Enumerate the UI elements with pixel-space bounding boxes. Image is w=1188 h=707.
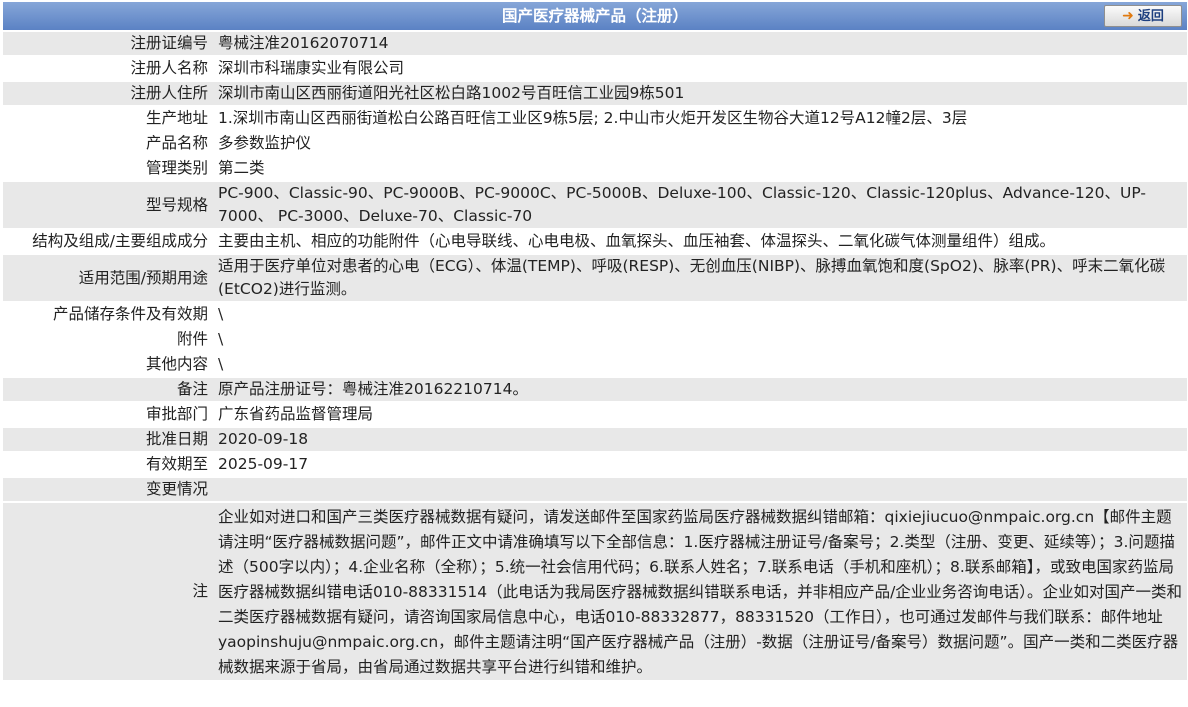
field-label: 结构及组成/主要组成成分: [3, 230, 216, 253]
field-label: 有效期至: [3, 453, 216, 476]
field-label: 变更情况: [3, 478, 216, 501]
field-label: 产品储存条件及有效期: [3, 303, 216, 326]
field-value: [216, 478, 1187, 501]
field-value: 2020-09-18: [216, 428, 1187, 451]
row-other-content: 其他内容 \: [3, 353, 1187, 376]
field-value: 原产品注册证号：粤械注准20162210714。: [216, 378, 1187, 401]
row-change-info: 变更情况: [3, 478, 1187, 501]
field-value: 深圳市南山区西丽街道阳光社区松白路1002号百旺信工业园9栋501: [216, 82, 1187, 105]
field-value: 2025-09-17: [216, 453, 1187, 476]
row-structure-composition: 结构及组成/主要组成成分 主要由主机、相应的功能附件（心电导联线、心电电极、血氧…: [3, 230, 1187, 253]
field-label: 其他内容: [3, 353, 216, 376]
row-registrant-address: 注册人住所 深圳市南山区西丽街道阳光社区松白路1002号百旺信工业园9栋501: [3, 82, 1187, 105]
row-product-name: 产品名称 多参数监护仪: [3, 132, 1187, 155]
field-value: \: [216, 303, 1187, 326]
page-header: 国产医疗器械产品（注册） ➜ 返回: [3, 2, 1187, 30]
back-button-label: 返回: [1137, 9, 1164, 24]
row-registration-number: 注册证编号 粤械注准20162070714: [3, 32, 1187, 55]
field-value: 1.深圳市南山区西丽街道松白公路百旺信工业区9栋5层; 2.中山市火炬开发区生物…: [216, 107, 1187, 130]
note-label: 注: [3, 503, 216, 680]
field-label: 注册人住所: [3, 82, 216, 105]
field-value: PC-900、Classic-90、PC-9000B、PC-9000C、PC-5…: [216, 182, 1187, 228]
field-value: \: [216, 353, 1187, 376]
field-value: 粤械注准20162070714: [216, 32, 1187, 55]
row-approval-date: 批准日期 2020-09-18: [3, 428, 1187, 451]
row-model-spec: 型号规格 PC-900、Classic-90、PC-9000B、PC-9000C…: [3, 182, 1187, 228]
arrow-right-icon: ➜: [1122, 8, 1134, 24]
field-label: 附件: [3, 328, 216, 351]
field-label: 管理类别: [3, 157, 216, 180]
row-attachment: 附件 \: [3, 328, 1187, 351]
detail-table: 注册证编号 粤械注准20162070714 注册人名称 深圳市科瑞康实业有限公司…: [3, 30, 1187, 682]
row-production-address: 生产地址 1.深圳市南山区西丽街道松白公路百旺信工业区9栋5层; 2.中山市火炬…: [3, 107, 1187, 130]
field-label: 适用范围/预期用途: [3, 255, 216, 301]
row-valid-until: 有效期至 2025-09-17: [3, 453, 1187, 476]
row-management-category: 管理类别 第二类: [3, 157, 1187, 180]
note-text: 企业如对进口和国产三类医疗器械数据有疑问，请发送邮件至国家药监局医疗器械数据纠错…: [216, 503, 1187, 680]
row-registrant-name: 注册人名称 深圳市科瑞康实业有限公司: [3, 57, 1187, 80]
field-label: 注册证编号: [3, 32, 216, 55]
field-label: 批准日期: [3, 428, 216, 451]
field-label: 产品名称: [3, 132, 216, 155]
row-note: 注 企业如对进口和国产三类医疗器械数据有疑问，请发送邮件至国家药监局医疗器械数据…: [3, 503, 1187, 680]
field-label: 生产地址: [3, 107, 216, 130]
field-label: 型号规格: [3, 182, 216, 228]
field-label: 审批部门: [3, 403, 216, 426]
row-intended-use: 适用范围/预期用途 适用于医疗单位对患者的心电（ECG）、体温(TEMP)、呼吸…: [3, 255, 1187, 301]
field-value: 适用于医疗单位对患者的心电（ECG）、体温(TEMP)、呼吸(RESP)、无创血…: [216, 255, 1187, 301]
field-label: 注册人名称: [3, 57, 216, 80]
row-remarks: 备注 原产品注册证号：粤械注准20162210714。: [3, 378, 1187, 401]
field-label: 备注: [3, 378, 216, 401]
row-approval-department: 审批部门 广东省药品监督管理局: [3, 403, 1187, 426]
field-value: 广东省药品监督管理局: [216, 403, 1187, 426]
field-value: 多参数监护仪: [216, 132, 1187, 155]
field-value: 主要由主机、相应的功能附件（心电导联线、心电电极、血氧探头、血压袖套、体温探头、…: [216, 230, 1187, 253]
page-title: 国产医疗器械产品（注册）: [501, 7, 688, 25]
field-value: \: [216, 328, 1187, 351]
field-value: 深圳市科瑞康实业有限公司: [216, 57, 1187, 80]
row-storage-validity: 产品储存条件及有效期 \: [3, 303, 1187, 326]
back-button[interactable]: ➜ 返回: [1104, 5, 1182, 27]
field-value: 第二类: [216, 157, 1187, 180]
